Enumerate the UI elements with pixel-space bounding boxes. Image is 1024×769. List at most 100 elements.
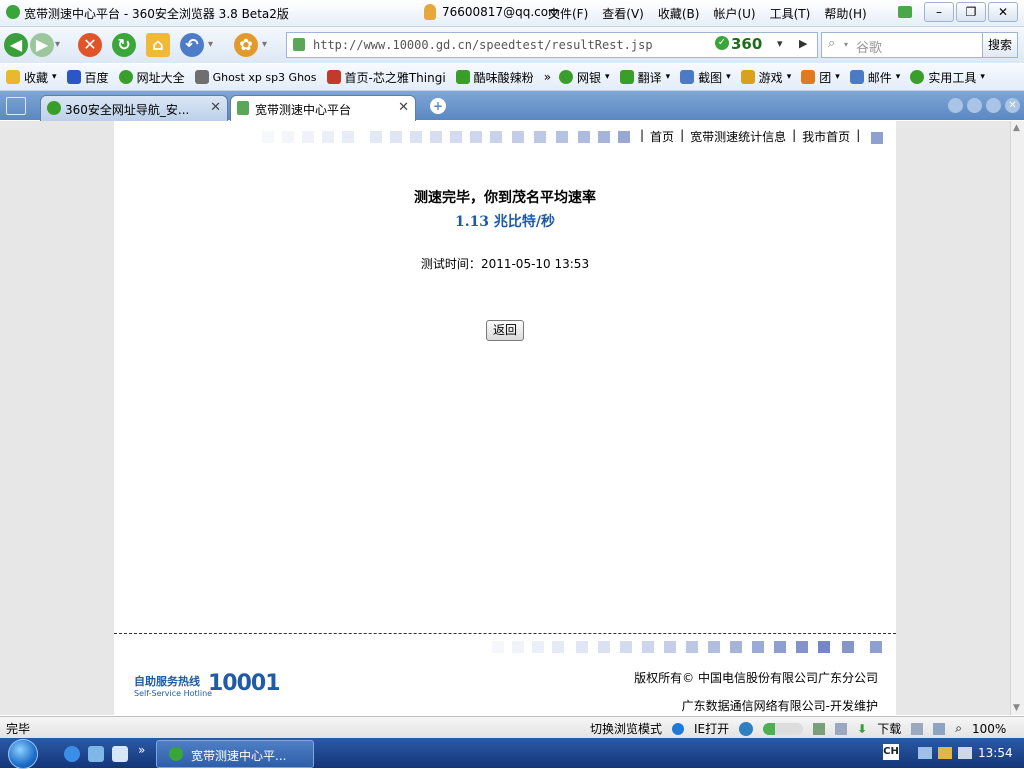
address-bar[interactable]: http://www.10000.gd.cn/speedtest/resultR…	[286, 32, 818, 58]
page-icon	[455, 70, 470, 84]
fav-item-ghost[interactable]: Ghost xp sp3 Ghos	[194, 70, 317, 84]
return-button[interactable]: 返回	[486, 320, 524, 341]
engine-dropdown-icon[interactable]: ▾	[844, 40, 848, 49]
site-nav-icon	[118, 70, 133, 84]
shield-icon[interactable]	[739, 721, 754, 736]
search-input[interactable]: 谷歌	[856, 37, 882, 56]
clock[interactable]: 13:54	[978, 746, 1013, 760]
baidu-icon	[66, 70, 81, 84]
clipboard-icon[interactable]	[835, 722, 848, 735]
ie-icon	[672, 722, 685, 735]
ie-icon[interactable]	[64, 746, 80, 762]
undo-close-icon[interactable]: ↶	[180, 33, 204, 57]
minimize-button[interactable]: –	[924, 2, 954, 22]
close-window-button[interactable]: ✕	[988, 2, 1018, 22]
fav-item-ebank[interactable]: 网银 ▾	[559, 69, 610, 86]
menu-tools[interactable]: 工具(T)	[770, 5, 811, 22]
hotline-en: Self-Service Hotline	[134, 689, 213, 698]
url-text[interactable]: http://www.10000.gd.cn/speedtest/resultR…	[313, 38, 653, 52]
screenshot-icon	[680, 70, 695, 84]
test-time-label: 测试时间：	[420, 257, 481, 271]
status-text: 完毕	[6, 722, 31, 736]
network-icon[interactable]	[918, 747, 932, 759]
fav-item-site-nav[interactable]: 网址大全	[118, 69, 185, 86]
taobao-icon	[326, 70, 341, 84]
speaker-icon[interactable]	[933, 722, 946, 735]
account-name[interactable]: 76600817@qq.com	[442, 5, 560, 19]
fav-item-noodles[interactable]: 酷味酸辣粉	[455, 69, 534, 86]
speedtest-page: | 首页 | 宽带测速统计信息 | 我市首页 | 测速完毕，你到茂名平均速率 1…	[114, 121, 896, 715]
taskbar: » 宽带测速中心平... CH 13:54	[0, 738, 1024, 769]
url-dropdown-icon[interactable]: ▾	[777, 37, 783, 50]
menu-file[interactable]: 文件(F)	[548, 5, 588, 22]
start-button[interactable]	[8, 739, 38, 769]
maximize-button[interactable]: ❐	[956, 2, 986, 22]
fav-item-favorites[interactable]: 收藏 ▾	[6, 69, 57, 86]
more-favorites-icon[interactable]: »	[544, 70, 551, 84]
fav-item-mail[interactable]: 邮件 ▾	[849, 69, 900, 86]
fav-item-thingi[interactable]: 首页-芯之雅Thingi	[326, 69, 446, 86]
zoom-level[interactable]: 100%	[972, 722, 1006, 736]
scroll-down-icon[interactable]: ▼	[1013, 703, 1020, 713]
pawprint-dropdown-icon[interactable]: ▾	[262, 39, 267, 50]
vertical-scrollbar[interactable]: ▲ ▼	[1010, 121, 1024, 715]
scroll-up-icon[interactable]: ▲	[1013, 123, 1020, 133]
link-home[interactable]: 首页	[650, 128, 674, 145]
footer-divider	[114, 633, 896, 634]
ie-open-button[interactable]: IE打开	[694, 720, 729, 737]
tray-app-icon[interactable]	[938, 747, 952, 759]
search-box[interactable]: ⌕ ▾ 谷歌	[821, 32, 983, 58]
link-stats[interactable]: 宽带测速统计信息	[690, 128, 786, 145]
tab-bar: 360安全网址导航_安... ✕ 宽带测速中心平台 ✕ + ✕	[0, 91, 1024, 121]
home-icon[interactable]: ⌂	[146, 33, 170, 57]
tab-360-nav[interactable]: 360安全网址导航_安... ✕	[40, 95, 228, 121]
close-all-tabs-icon[interactable]: ✕	[1005, 98, 1020, 113]
stop-icon[interactable]: ✕	[78, 33, 102, 57]
fav-item-tools[interactable]: 实用工具 ▾	[910, 69, 985, 86]
close-tab-icon[interactable]: ✕	[210, 100, 221, 115]
go-icon[interactable]: ▶	[799, 37, 807, 50]
forward-icon[interactable]: ▶	[30, 33, 54, 57]
window-icon[interactable]	[911, 722, 924, 735]
security-badge[interactable]: 360	[731, 35, 762, 53]
window-title: 宽带测速中心平台 - 360安全浏览器 3.8 Beta2版	[24, 7, 289, 21]
close-tab-icon[interactable]: ✕	[398, 100, 409, 115]
fav-item-screenshot[interactable]: 截图 ▾	[680, 69, 731, 86]
refresh-icon[interactable]: ↻	[112, 33, 136, 57]
fav-item-translate[interactable]: 翻译 ▾	[619, 69, 670, 86]
language-indicator[interactable]: CH	[883, 744, 899, 760]
favorites-bar: 收藏 ▾ 百度 网址大全 Ghost xp sp3 Ghos 首页-芯之雅Thin…	[0, 64, 1024, 91]
menu-help[interactable]: 帮助(H)	[824, 5, 866, 22]
menu-favorites[interactable]: 收藏(B)	[658, 5, 700, 22]
desktop-icon[interactable]	[88, 746, 104, 762]
volume-icon[interactable]	[958, 747, 972, 759]
sidebar-toggle-icon[interactable]	[6, 97, 26, 115]
pawprint-icon[interactable]: ✿	[234, 33, 258, 57]
switch-mode-button[interactable]: 切换浏览模式	[590, 720, 662, 737]
quicklaunch-more-icon[interactable]: »	[138, 743, 145, 757]
fav-item-baidu[interactable]: 百度	[66, 69, 109, 86]
user-icon[interactable]	[424, 4, 436, 20]
tab-scroll-left-icon[interactable]	[948, 98, 963, 113]
menu-bar: 文件(F) 查看(V) 收藏(B) 帐户(U) 工具(T) 帮助(H)	[548, 5, 867, 22]
download-button[interactable]: 下载	[877, 720, 901, 737]
toggle-icon[interactable]	[763, 722, 804, 735]
sync-icon[interactable]	[813, 722, 826, 735]
fav-item-games[interactable]: 游戏 ▾	[740, 69, 791, 86]
tab-speedtest[interactable]: 宽带测速中心平台 ✕	[230, 95, 416, 121]
new-tab-icon[interactable]: +	[430, 98, 446, 114]
link-city-home[interactable]: 我市首页	[802, 128, 850, 145]
history-dropdown-icon[interactable]: ▾	[55, 39, 60, 50]
header-square	[871, 132, 883, 144]
taskbar-item-browser[interactable]: 宽带测速中心平...	[156, 740, 314, 768]
search-button[interactable]: 搜索	[982, 32, 1018, 58]
tab-list-icon[interactable]	[986, 98, 1001, 113]
explorer-icon[interactable]	[112, 746, 128, 762]
menu-account[interactable]: 帐户(U)	[713, 5, 755, 22]
fav-item-group[interactable]: 团 ▾	[801, 69, 840, 86]
undo-dropdown-icon[interactable]: ▾	[208, 39, 213, 50]
menu-view[interactable]: 查看(V)	[602, 5, 644, 22]
back-icon[interactable]: ◀	[4, 33, 28, 57]
skin-icon[interactable]	[898, 6, 912, 18]
tab-scroll-right-icon[interactable]	[967, 98, 982, 113]
